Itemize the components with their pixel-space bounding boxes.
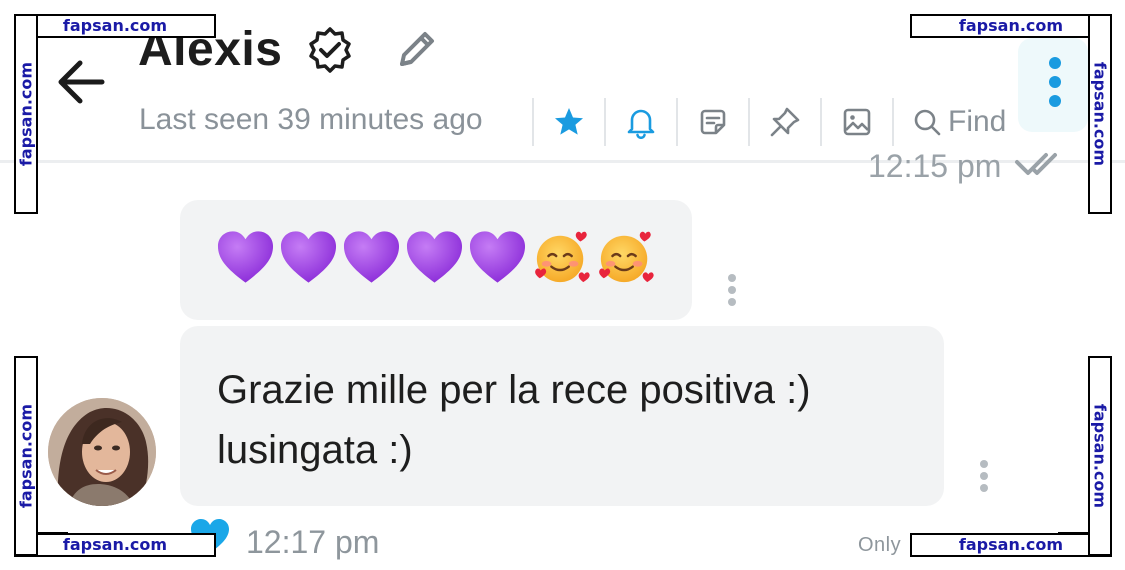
watermark-side: fapsan.com bbox=[14, 356, 38, 556]
emoji-row bbox=[216, 228, 655, 286]
previous-message-time: 12:15 pm bbox=[868, 148, 1002, 184]
purple-heart-icon bbox=[217, 231, 274, 283]
note-icon bbox=[700, 109, 726, 135]
message-bubble-emoji[interactable] bbox=[180, 200, 692, 320]
pin-icon bbox=[770, 107, 800, 137]
message-text: Grazie mille per la rece positiva :) lus… bbox=[217, 368, 811, 472]
purple-heart-icon bbox=[343, 231, 400, 283]
watermark-side: fapsan.com bbox=[1088, 356, 1112, 556]
watermark-side: fapsan.com bbox=[14, 14, 38, 214]
chat-toolbar: Find bbox=[532, 96, 1006, 148]
purple-heart-icon bbox=[469, 231, 526, 283]
watermark-label: fapsan.com bbox=[16, 61, 36, 167]
message-options-icon[interactable] bbox=[974, 458, 994, 494]
notifications-button[interactable] bbox=[606, 96, 676, 148]
favorite-button[interactable] bbox=[534, 96, 604, 148]
message-options-icon[interactable] bbox=[722, 272, 742, 308]
message-time: 12:17 pm bbox=[246, 524, 380, 560]
watermark-label: fapsan.com bbox=[14, 533, 216, 557]
verified-badge-icon bbox=[309, 27, 351, 73]
pin-button[interactable] bbox=[750, 96, 820, 148]
watermark-label: fapsan.com bbox=[910, 533, 1112, 557]
edit-pencil-icon[interactable] bbox=[393, 25, 441, 73]
purple-heart-icon bbox=[406, 231, 463, 283]
find-button[interactable]: Find bbox=[894, 105, 1006, 139]
watermark-label: fapsan.com bbox=[910, 14, 1112, 38]
watermark-side: fapsan.com bbox=[1088, 14, 1112, 214]
watermark-label: fapsan.com bbox=[1090, 403, 1110, 509]
smiling-face-with-hearts-icon bbox=[535, 231, 590, 283]
notes-button[interactable] bbox=[678, 96, 748, 148]
last-seen-status: Last seen 39 minutes ago bbox=[139, 103, 483, 136]
message-bubble-text[interactable]: Grazie mille per la rece positiva :) lus… bbox=[180, 326, 944, 506]
smiling-face-with-hearts-icon bbox=[599, 231, 654, 283]
find-label: Find bbox=[948, 105, 1007, 138]
star-icon bbox=[555, 108, 583, 135]
visibility-label: Only bbox=[858, 534, 902, 556]
watermark-label: fapsan.com bbox=[14, 14, 216, 38]
bell-icon bbox=[627, 109, 655, 139]
search-icon bbox=[914, 109, 941, 136]
watermark-label: fapsan.com bbox=[1090, 61, 1110, 167]
purple-heart-icon bbox=[280, 231, 337, 283]
image-icon bbox=[843, 108, 871, 136]
media-button[interactable] bbox=[822, 96, 892, 148]
read-receipt-icon bbox=[1015, 153, 1057, 175]
watermark-label: fapsan.com bbox=[16, 403, 36, 509]
